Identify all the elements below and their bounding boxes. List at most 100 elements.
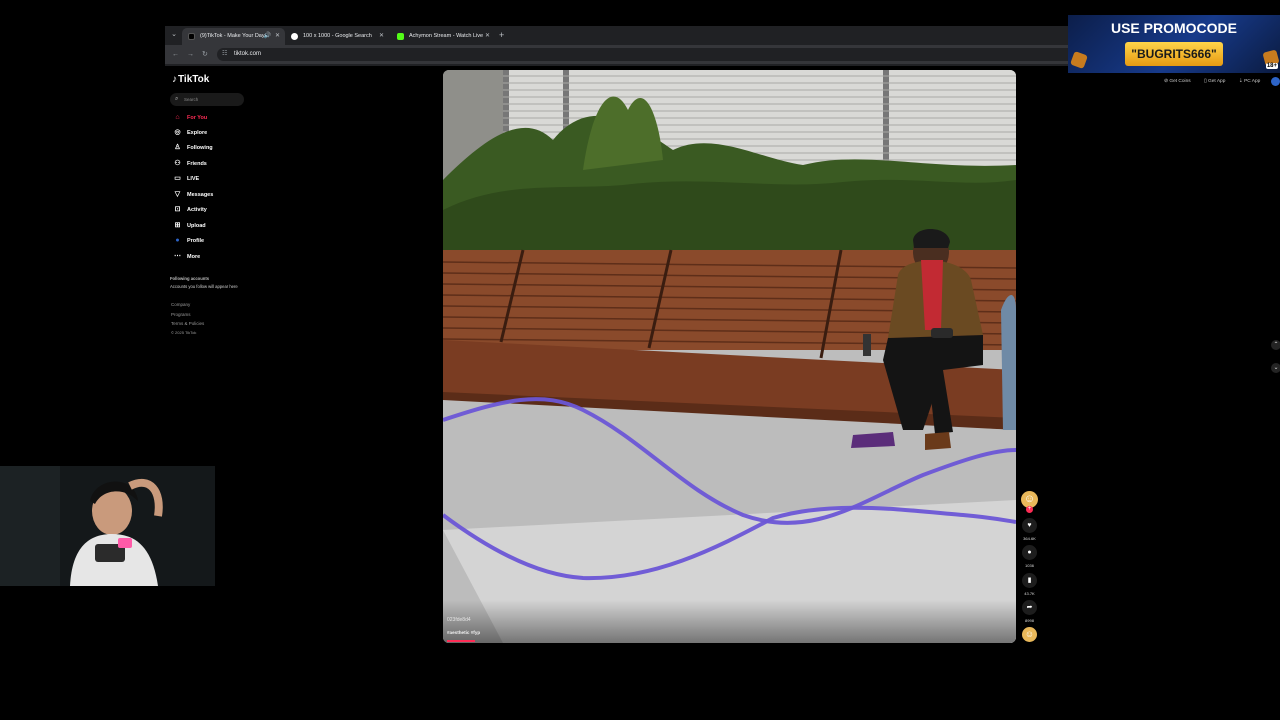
video-caption[interactable]: #aesthetic #fyp [447, 630, 480, 635]
get-app-link[interactable]: ▯ Get App [1204, 79, 1231, 84]
user-avatar[interactable] [1271, 77, 1280, 86]
like-count: 364.6K [1023, 536, 1036, 541]
tab-title: (9)TikTok - Make Your Day [200, 33, 265, 39]
get-coins-link[interactable]: ⊘ Get Coins [1164, 79, 1197, 84]
promo-code: "BUGRITS666" [1125, 42, 1223, 66]
share-icon[interactable]: ➦ [1022, 600, 1037, 615]
person-follow-icon: ♙ [174, 144, 181, 151]
close-tab-icon[interactable]: ✕ [379, 28, 384, 45]
footer-terms-link[interactable]: Terms & Policies [171, 321, 204, 327]
tab-google-search[interactable]: 100 x 1000 - Google Search ✕ [285, 28, 389, 45]
activity-icon: ⊡ [174, 206, 181, 213]
profile-avatar-icon: ● [175, 237, 180, 244]
following-accounts-note: Accounts you follow will appear here [170, 284, 238, 289]
sidebar-item-following[interactable]: ♙ Following [173, 143, 213, 153]
tab-strip: ⌄ (9)TikTok - Make Your Day 🔊 ✕ 100 x 10… [165, 26, 1075, 45]
tiktok-logo[interactable]: ♪TikTok [172, 74, 209, 85]
browser-window: ⌄ (9)TikTok - Make Your Day 🔊 ✕ 100 x 10… [165, 26, 1075, 66]
footer-company-link[interactable]: Company [171, 302, 190, 308]
sidebar-item-more[interactable]: ⋯ More [173, 252, 200, 262]
decorative-item-icon [1070, 51, 1088, 69]
tab-kick-stream[interactable]: Achymon Stream - Watch Live ✕ [391, 28, 495, 45]
bookmark-icon[interactable]: ▮ [1022, 573, 1037, 588]
bottom-gradient [443, 600, 1016, 643]
tab-title: 100 x 1000 - Google Search [303, 33, 372, 39]
reload-icon[interactable]: ↻ [202, 49, 208, 60]
previous-video-chevron-up-icon[interactable]: ⌃ [1271, 340, 1280, 350]
pc-app-link[interactable]: ⇣ PC App [1239, 79, 1267, 84]
speaker-icon[interactable]: 🔊 [264, 28, 271, 45]
header-links: ⊘ Get Coins ▯ Get App ⇣ PC App [1164, 77, 1272, 87]
save-count: 43.7K [1024, 591, 1035, 596]
friends-icon: ⚇ [174, 160, 181, 167]
tab-title: Achymon Stream - Watch Live [409, 33, 484, 39]
following-accounts-heading: Following accounts [170, 276, 210, 281]
sidebar-item-label: Upload [187, 223, 206, 229]
tiktok-note-icon: ♪ [172, 74, 177, 85]
second-person-partial [1001, 295, 1016, 430]
url-text: tiktok.com [234, 51, 262, 57]
live-icon: ▭ [174, 175, 181, 182]
get-app-label: Get App [1208, 79, 1226, 84]
close-tab-icon[interactable]: ✕ [485, 28, 490, 45]
search-icon: ⌕ [175, 96, 179, 102]
google-favicon-icon [291, 33, 298, 40]
comment-count: 1036 [1025, 563, 1034, 568]
controller-light [118, 538, 132, 548]
footer-programs-link[interactable]: Programs [171, 312, 191, 318]
sidebar-item-label: Activity [187, 207, 207, 213]
plus-square-icon: ⊞ [174, 222, 181, 229]
video-frame-image [443, 70, 1016, 643]
home-icon: ⌂ [175, 114, 180, 121]
footer-copyright: © 2025 TikTok [171, 330, 197, 335]
browser-toolbar: ← → ↻ ☷ tiktok.com [165, 45, 1075, 64]
sidebar-item-upload[interactable]: ⊞ Upload [173, 221, 206, 231]
next-video-chevron-down-icon[interactable]: ⌄ [1271, 363, 1280, 373]
tiktok-logo-text: TikTok [178, 74, 210, 85]
sidebar-item-label: For You [187, 115, 208, 121]
close-tab-icon[interactable]: ✕ [275, 28, 280, 45]
video-player[interactable] [443, 70, 1016, 643]
sidebar-item-messages[interactable]: ▽ Messages [173, 190, 214, 200]
sidebar-item-profile[interactable]: ● Profile [173, 236, 204, 246]
music-disc-icon[interactable]: ☺ [1022, 627, 1037, 642]
webcam-overlay [0, 466, 215, 586]
share-count: 8998 [1025, 618, 1034, 623]
age-rating-badge: 18+ [1265, 63, 1278, 69]
address-bar[interactable]: ☷ tiktok.com [217, 48, 1075, 61]
new-tab-button[interactable]: + [499, 29, 504, 41]
back-arrow-icon[interactable]: ← [172, 49, 179, 60]
sidebar-item-label: Friends [187, 161, 207, 167]
search-placeholder: Search [184, 97, 199, 102]
sidebar-item-label: Following [187, 145, 213, 151]
heart-icon[interactable]: ♥ [1022, 518, 1037, 533]
more-icon: ⋯ [174, 253, 181, 260]
sidebar-item-live[interactable]: ▭ LIVE [173, 174, 199, 184]
sidebar-item-label: LIVE [187, 176, 200, 182]
compass-icon: ◎ [174, 129, 181, 136]
sidebar-item-label: Profile [187, 238, 205, 244]
sidebar-item-label: Messages [187, 192, 214, 198]
follow-plus-badge[interactable]: + [1026, 506, 1033, 513]
sidebar-item-for-you[interactable]: ⌂ For You [173, 113, 207, 123]
site-info-icon[interactable]: ☷ [222, 48, 227, 61]
search-input[interactable]: ⌕ Search [170, 93, 244, 106]
promo-headline: USE PROMOCODE [1110, 20, 1237, 36]
sidebar-item-activity[interactable]: ⊡ Activity [173, 205, 207, 215]
tab-tiktok[interactable]: (9)TikTok - Make Your Day 🔊 ✕ [182, 28, 285, 45]
video-author[interactable]: 023fde8d4 [447, 617, 471, 623]
kick-favicon-icon [397, 33, 404, 40]
get-coins-label: Get Coins [1169, 79, 1191, 84]
video-progress-bar[interactable] [447, 640, 475, 642]
comment-icon[interactable]: ● [1022, 545, 1037, 560]
send-icon: ▽ [174, 191, 181, 198]
sidebar-item-explore[interactable]: ◎ Explore [173, 128, 207, 138]
tab-search-button[interactable]: ⌄ [168, 29, 180, 41]
sidebar-item-friends[interactable]: ⚇ Friends [173, 159, 207, 169]
forward-arrow-icon[interactable]: → [187, 49, 194, 60]
promo-code-banner: USE PROMOCODE "BUGRITS666" 18+ [1068, 15, 1280, 73]
sidebar-item-label: More [187, 254, 201, 260]
tiktok-favicon-icon [188, 33, 195, 40]
sidebar-item-label: Explore [187, 130, 208, 136]
webcam-image [0, 466, 215, 586]
